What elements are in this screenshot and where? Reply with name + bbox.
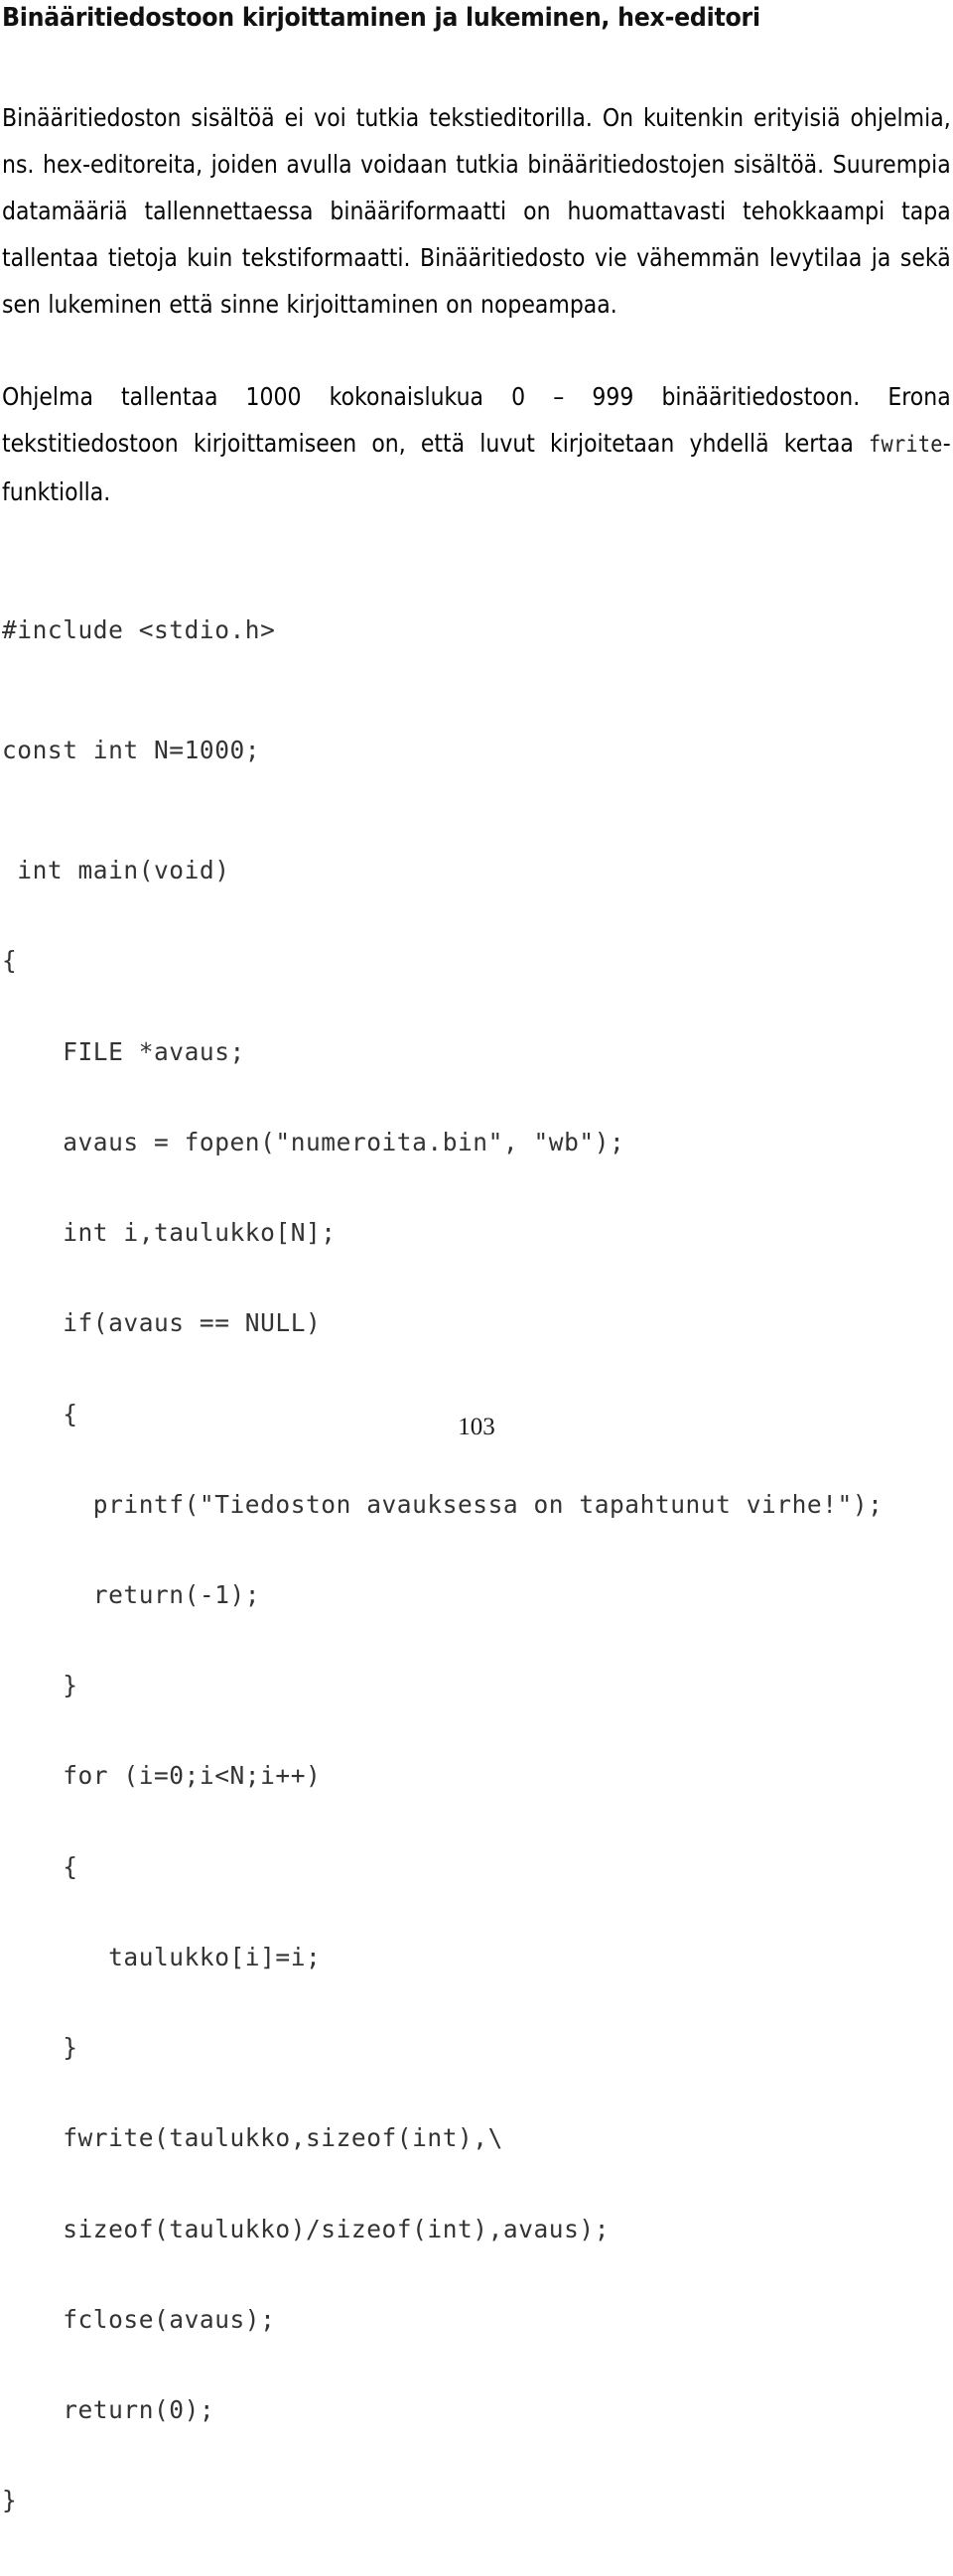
code-line: printf("Tiedoston avauksessa on tapahtun… bbox=[2, 1489, 884, 1519]
code-line: int i,taulukko[N]; bbox=[2, 1218, 337, 1248]
code-listing: #include <stdio.h> const int N=1000; int… bbox=[2, 555, 951, 2576]
code-line: fwrite(taulukko,sizeof(int),\ bbox=[2, 2123, 503, 2153]
code-line: for (i=0;i<N;i++) bbox=[2, 1761, 322, 1791]
code-line: taulukko[i]=i; bbox=[2, 1942, 322, 1971]
inline-code-fwrite: fwrite bbox=[869, 432, 943, 458]
page-title: Binääritiedostoon kirjoittaminen ja luke… bbox=[2, 3, 760, 33]
code-line: return(0); bbox=[2, 2394, 215, 2424]
code-line: if(avaus == NULL) bbox=[2, 1308, 322, 1338]
code-line: const int N=1000; bbox=[2, 736, 261, 765]
document-page: Binääritiedostoon kirjoittaminen ja luke… bbox=[0, 0, 953, 2514]
code-line: fclose(avaus); bbox=[2, 2304, 276, 2334]
body-content: Binääritiedoston sisältöä ei voi tutkia … bbox=[2, 94, 951, 515]
code-line: sizeof(taulukko)/sizeof(int),avaus); bbox=[2, 2214, 611, 2243]
code-line: int main(void) bbox=[2, 856, 230, 885]
code-line: } bbox=[2, 2486, 18, 2515]
paragraph-text-before-fwrite: Ohjelma tallentaa 1000 kokonaislukua 0 –… bbox=[2, 382, 951, 458]
code-line: { bbox=[2, 1851, 78, 1881]
code-line: avaus = fopen("numeroita.bin", "wb"); bbox=[2, 1127, 625, 1156]
paragraph-program-description: Ohjelma tallentaa 1000 kokonaislukua 0 –… bbox=[2, 373, 951, 515]
code-line: return(-1); bbox=[2, 1580, 261, 1609]
code-line: { bbox=[2, 946, 18, 976]
page-number: 103 bbox=[458, 1414, 495, 1440]
code-line: } bbox=[2, 1671, 78, 1700]
paragraph-intro: Binääritiedoston sisältöä ei voi tutkia … bbox=[2, 103, 951, 319]
code-line: } bbox=[2, 2033, 78, 2063]
code-line: #include <stdio.h> bbox=[2, 614, 276, 644]
code-line: FILE *avaus; bbox=[2, 1036, 245, 1066]
